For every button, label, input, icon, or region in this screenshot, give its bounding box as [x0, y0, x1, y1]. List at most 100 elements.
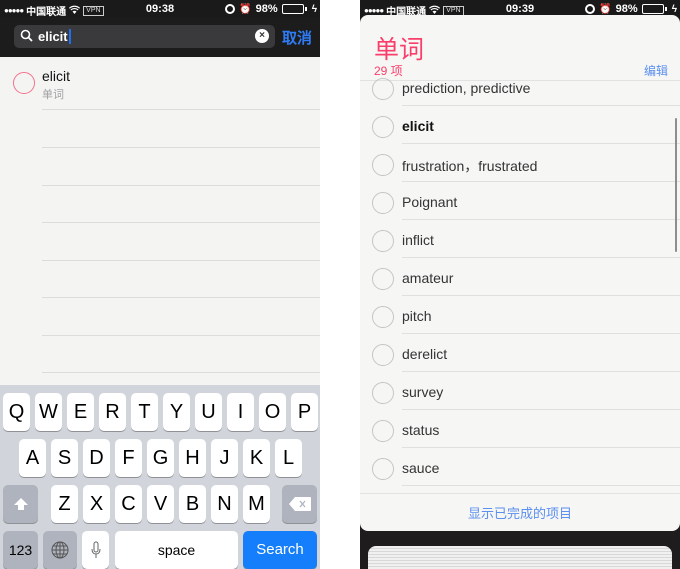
divider: [42, 222, 320, 223]
divider: [42, 260, 320, 261]
globe-key[interactable]: [43, 531, 77, 569]
complete-checkbox[interactable]: [372, 154, 394, 176]
shift-icon: [13, 498, 28, 510]
list-item[interactable]: Poignant: [360, 192, 680, 230]
complete-checkbox[interactable]: [372, 230, 394, 252]
space-key[interactable]: space: [115, 531, 238, 569]
key-y[interactable]: Y: [163, 393, 190, 431]
reminder-list-card: 单词 29 项 编辑 prediction, predictive elicit f…: [360, 15, 680, 531]
key-d[interactable]: D: [83, 439, 110, 477]
list-item[interactable]: survey: [360, 382, 680, 420]
complete-checkbox[interactable]: [372, 458, 394, 480]
search-key[interactable]: Search: [243, 531, 317, 569]
search-query: elicit: [38, 29, 68, 44]
complete-checkbox[interactable]: [372, 306, 394, 328]
cancel-button[interactable]: 取消: [282, 27, 312, 48]
key-o[interactable]: O: [259, 393, 286, 431]
key-b[interactable]: B: [179, 485, 206, 523]
complete-checkbox[interactable]: [372, 420, 394, 442]
list-item[interactable]: prediction, predictive: [360, 78, 680, 116]
delete-icon: [288, 497, 311, 511]
search-result-item[interactable]: elicit 单词: [0, 57, 320, 109]
key-f[interactable]: F: [115, 439, 142, 477]
divider: [42, 297, 320, 298]
status-bar: ●●●●● 中国联通 VPN 09:38 ⏰ 98% ϟ: [0, 0, 320, 18]
complete-checkbox[interactable]: [372, 192, 394, 214]
key-l[interactable]: L: [275, 439, 302, 477]
key-e[interactable]: E: [67, 393, 94, 431]
complete-checkbox[interactable]: [372, 344, 394, 366]
key-t[interactable]: T: [131, 393, 158, 431]
key-c[interactable]: C: [115, 485, 142, 523]
key-g[interactable]: G: [147, 439, 174, 477]
complete-checkbox[interactable]: [372, 268, 394, 290]
scrollbar[interactable]: [675, 118, 677, 252]
item-label: Poignant: [402, 194, 458, 210]
divider: [402, 447, 680, 448]
item-label: amateur: [402, 270, 454, 286]
key-i[interactable]: I: [227, 393, 254, 431]
key-x[interactable]: X: [83, 485, 110, 523]
complete-checkbox[interactable]: [13, 72, 35, 94]
key-z[interactable]: Z: [51, 485, 78, 523]
key-n[interactable]: N: [211, 485, 238, 523]
complete-checkbox[interactable]: [372, 78, 394, 100]
show-completed-button[interactable]: 显示已完成的项目: [360, 503, 680, 522]
key-r[interactable]: R: [99, 393, 126, 431]
delete-key[interactable]: [282, 485, 317, 523]
divider: [360, 493, 680, 494]
divider: [402, 485, 680, 486]
numbers-key[interactable]: 123: [3, 531, 38, 569]
charging-icon: ϟ: [671, 3, 677, 15]
list-item[interactable]: inflict: [360, 230, 680, 268]
complete-checkbox[interactable]: [372, 116, 394, 138]
key-w[interactable]: W: [35, 393, 62, 431]
list-item[interactable]: status: [360, 420, 680, 458]
divider: [42, 147, 320, 148]
item-count: 29 项: [374, 64, 403, 78]
list-item[interactable]: elicit: [360, 116, 680, 154]
item-label: inflict: [402, 232, 434, 248]
search-bar: elicit × 取消: [0, 18, 320, 57]
divider: [402, 333, 680, 334]
battery-icon: [641, 4, 667, 14]
item-label: frustration，frustrated: [402, 158, 538, 174]
list-item[interactable]: frustration，frustrated: [360, 154, 680, 192]
battery-percent: 98%: [255, 3, 278, 15]
list-item[interactable]: amateur: [360, 268, 680, 306]
clear-search-button[interactable]: ×: [255, 29, 269, 43]
key-u[interactable]: U: [195, 393, 222, 431]
divider: [42, 372, 320, 373]
edit-button[interactable]: 编辑: [644, 62, 668, 79]
divider: [402, 257, 680, 258]
key-v[interactable]: V: [147, 485, 174, 523]
key-m[interactable]: M: [243, 485, 270, 523]
result-list-name: 单词: [42, 89, 64, 101]
list-item[interactable]: derelict: [360, 344, 680, 382]
divider: [42, 109, 320, 110]
divider: [42, 335, 320, 336]
charging-icon: ϟ: [311, 3, 317, 15]
divider: [402, 295, 680, 296]
key-s[interactable]: S: [51, 439, 78, 477]
dictation-key[interactable]: [82, 531, 109, 569]
item-label: survey: [402, 384, 444, 400]
complete-checkbox[interactable]: [372, 382, 394, 404]
search-input[interactable]: elicit ×: [14, 25, 275, 48]
item-label: prediction, predictive: [402, 80, 531, 96]
rotation-lock-icon: [225, 4, 236, 14]
divider: [402, 181, 680, 182]
key-k[interactable]: K: [243, 439, 270, 477]
list-item[interactable]: pitch: [360, 306, 680, 344]
list-screen: ●●●●● 中国联通 VPN 09:39 ⏰ 98% ϟ 单词 29 项 编辑 …: [360, 0, 680, 569]
battery-percent: 98%: [615, 3, 638, 15]
key-p[interactable]: P: [291, 393, 318, 431]
key-j[interactable]: J: [211, 439, 238, 477]
list-item[interactable]: sauce: [360, 458, 680, 496]
divider: [402, 143, 680, 144]
key-a[interactable]: A: [19, 439, 46, 477]
key-h[interactable]: H: [179, 439, 206, 477]
stacked-lists[interactable]: [368, 546, 672, 569]
shift-key[interactable]: [3, 485, 38, 523]
key-q[interactable]: Q: [3, 393, 30, 431]
